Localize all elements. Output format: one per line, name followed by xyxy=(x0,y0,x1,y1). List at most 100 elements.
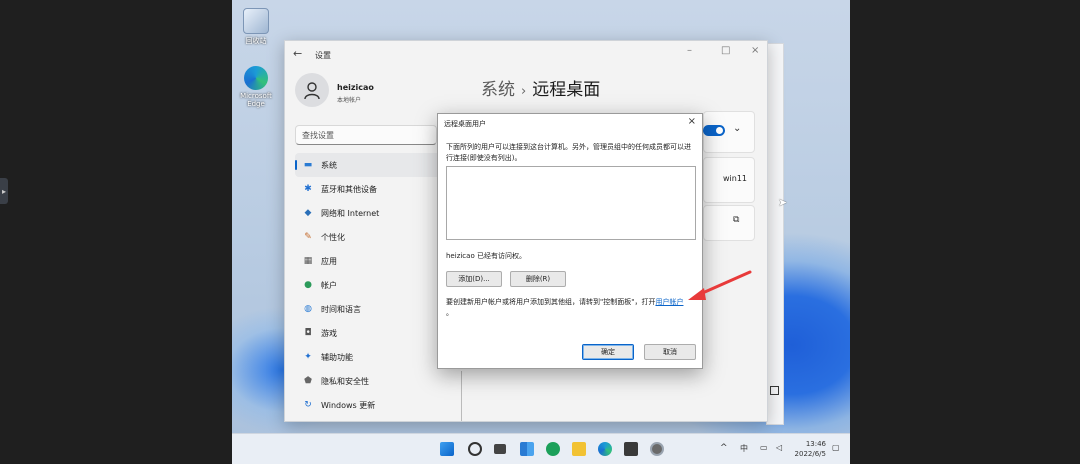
sidebar-item-label: 应用 xyxy=(321,257,337,266)
sidebar-item-label: 时间和语言 xyxy=(321,305,361,314)
sidebar-item-label: Windows 更新 xyxy=(321,401,376,410)
external-link-icon[interactable]: ⧉ xyxy=(733,215,739,225)
sidebar-item-personalization[interactable]: ✎ 个性化 xyxy=(295,225,445,249)
sidebar-item-label: 辅助功能 xyxy=(321,353,353,362)
network-icon[interactable]: ▭ xyxy=(760,443,768,452)
desktop-icon-edge[interactable]: Microsoft Edge xyxy=(238,66,274,108)
user-accounts-card[interactable] xyxy=(703,205,755,241)
access-note: heizicao 已经有访问权。 xyxy=(446,252,526,260)
shield-icon: ⬟ xyxy=(304,376,312,386)
sidebar-item-label: 个性化 xyxy=(321,233,345,242)
dialog-title: 远程桌面用户 xyxy=(444,120,486,128)
clock-time: 13:46 xyxy=(805,440,826,448)
hint-text: 要创建新用户帐户或将用户添加到其他组，请转到"控制面板"，打开 xyxy=(446,298,656,306)
chevron-down-icon[interactable]: ⌄ xyxy=(733,123,741,134)
remote-desktop-users-dialog: 远程桌面用户 × 下面所列的用户可以连接到这台计算机。另外，管理员组中的任何成员… xyxy=(437,113,703,369)
sidebar-item-network[interactable]: ◆ 网络和 Internet xyxy=(295,201,445,225)
sidebar-item-system[interactable]: ▬ 系统 xyxy=(295,153,445,177)
user-icon xyxy=(304,82,320,100)
search-icon[interactable] xyxy=(468,442,482,456)
sidebar-nav: ▬ 系统 ✱ 蓝牙和其他设备 ◆ 网络和 Internet ✎ 个性化 ▦ 应用… xyxy=(295,153,445,417)
annotation-arrow-icon xyxy=(688,270,752,300)
desktop-icon-label: 回收站 xyxy=(245,37,267,45)
volume-icon[interactable]: ◁ xyxy=(776,443,782,452)
hint-suffix: 。 xyxy=(446,309,453,317)
globe-icon: ◍ xyxy=(304,304,312,314)
tray-chevron-icon[interactable]: ^ xyxy=(720,443,728,453)
brush-icon: ✎ xyxy=(304,232,312,242)
ime-indicator[interactable]: 中 xyxy=(740,443,748,454)
desktop-icon-recycle-bin[interactable]: 回收站 xyxy=(238,8,274,46)
edge-taskbar-icon[interactable] xyxy=(598,442,612,456)
right-letterbox xyxy=(850,0,1080,463)
file-explorer-icon[interactable] xyxy=(572,442,586,456)
task-view-icon[interactable] xyxy=(494,444,506,454)
breadcrumb: 系统 › 远程桌面 xyxy=(481,75,600,100)
sidebar-item-label: 隐私和安全性 xyxy=(321,377,369,386)
avatar xyxy=(295,73,329,107)
taskbar: ^ 中 ▭ ◁ 13:46 2022/6/5 ▢ xyxy=(232,433,850,464)
sidebar-item-accounts[interactable]: ● 帐户 xyxy=(295,273,445,297)
gamepad-icon: ◘ xyxy=(304,328,312,338)
sidebar-item-label: 蓝牙和其他设备 xyxy=(321,185,377,194)
cancel-button[interactable]: 取消 xyxy=(644,344,696,360)
profile-name: heizicao xyxy=(337,83,374,92)
settings-gear-icon[interactable] xyxy=(650,442,664,456)
monitor-icon: ▬ xyxy=(303,160,313,170)
mouse-cursor-icon: ➤ xyxy=(778,196,788,209)
start-icon[interactable] xyxy=(440,442,454,456)
background-window xyxy=(766,43,784,425)
remove-user-button[interactable]: 删除(R) xyxy=(510,271,566,287)
dialog-description: 下面所列的用户可以连接到这台计算机。另外，管理员组中的任何成员都可以进行连接(即… xyxy=(446,143,691,162)
update-icon: ↻ xyxy=(304,400,312,410)
sidebar-item-bluetooth[interactable]: ✱ 蓝牙和其他设备 xyxy=(295,177,445,201)
sidebar-item-time-language[interactable]: ◍ 时间和语言 xyxy=(295,297,445,321)
back-arrow-icon[interactable]: ← xyxy=(293,47,302,60)
device-name: win11 xyxy=(723,174,748,183)
pane-divider xyxy=(461,371,462,421)
sidebar-item-accessibility[interactable]: ✦ 辅助功能 xyxy=(295,345,445,369)
sidebar-item-label: 网络和 Internet xyxy=(321,209,380,218)
notification-icon[interactable]: ▢ xyxy=(832,443,840,452)
profile-type: 本地帐户 xyxy=(337,97,362,104)
square-icon xyxy=(770,386,779,395)
search-placeholder: 查找设置 xyxy=(302,131,334,140)
page-title: 远程桌面 xyxy=(532,80,601,100)
accessibility-icon: ✦ xyxy=(304,352,312,362)
ok-button[interactable]: 确定 xyxy=(582,344,634,360)
widgets-icon[interactable] xyxy=(520,442,534,456)
apps-icon: ▦ xyxy=(303,256,313,266)
side-panel-toggle[interactable]: ▸ xyxy=(0,178,8,204)
store-icon[interactable] xyxy=(624,442,638,456)
minimize-icon[interactable]: – xyxy=(687,45,692,56)
edge-icon xyxy=(244,66,268,90)
chat-icon[interactable] xyxy=(546,442,560,456)
left-letterbox xyxy=(0,0,232,463)
sidebar-item-label: 系统 xyxy=(321,161,337,170)
remote-desktop-toggle[interactable] xyxy=(703,125,725,136)
user-accounts-link[interactable]: 用户帐户 xyxy=(655,298,683,306)
title-bar: ← 设置 – □ × xyxy=(285,41,767,67)
clock-date: 2022/6/5 xyxy=(794,450,826,458)
window-title: 设置 xyxy=(315,51,331,60)
person-icon: ● xyxy=(304,280,312,290)
maximize-icon[interactable]: □ xyxy=(721,45,730,56)
sidebar-item-windows-update[interactable]: ↻ Windows 更新 xyxy=(295,393,445,417)
recycle-bin-icon xyxy=(243,8,269,34)
wifi-icon: ◆ xyxy=(304,208,312,218)
close-icon[interactable]: × xyxy=(751,45,759,56)
clock[interactable]: 13:46 2022/6/5 xyxy=(795,439,826,459)
add-user-button[interactable]: 添加(D)... xyxy=(446,271,502,287)
desktop-icon-label: Microsoft Edge xyxy=(240,92,272,108)
sidebar-item-privacy[interactable]: ⬟ 隐私和安全性 xyxy=(295,369,445,393)
sidebar-item-label: 帐户 xyxy=(321,281,337,290)
breadcrumb-parent[interactable]: 系统 xyxy=(481,80,515,100)
dialog-close-button[interactable]: × xyxy=(688,116,696,127)
sidebar-item-gaming[interactable]: ◘ 游戏 xyxy=(295,321,445,345)
users-listbox[interactable] xyxy=(446,166,696,240)
search-input[interactable]: 查找设置 xyxy=(295,125,437,145)
breadcrumb-chevron-icon: › xyxy=(521,84,527,99)
dialog-hint: 要创建新用户帐户或将用户添加到其他组，请转到"控制面板"，打开用户帐户 xyxy=(446,297,683,307)
bluetooth-icon: ✱ xyxy=(304,184,312,194)
sidebar-item-apps[interactable]: ▦ 应用 xyxy=(295,249,445,273)
